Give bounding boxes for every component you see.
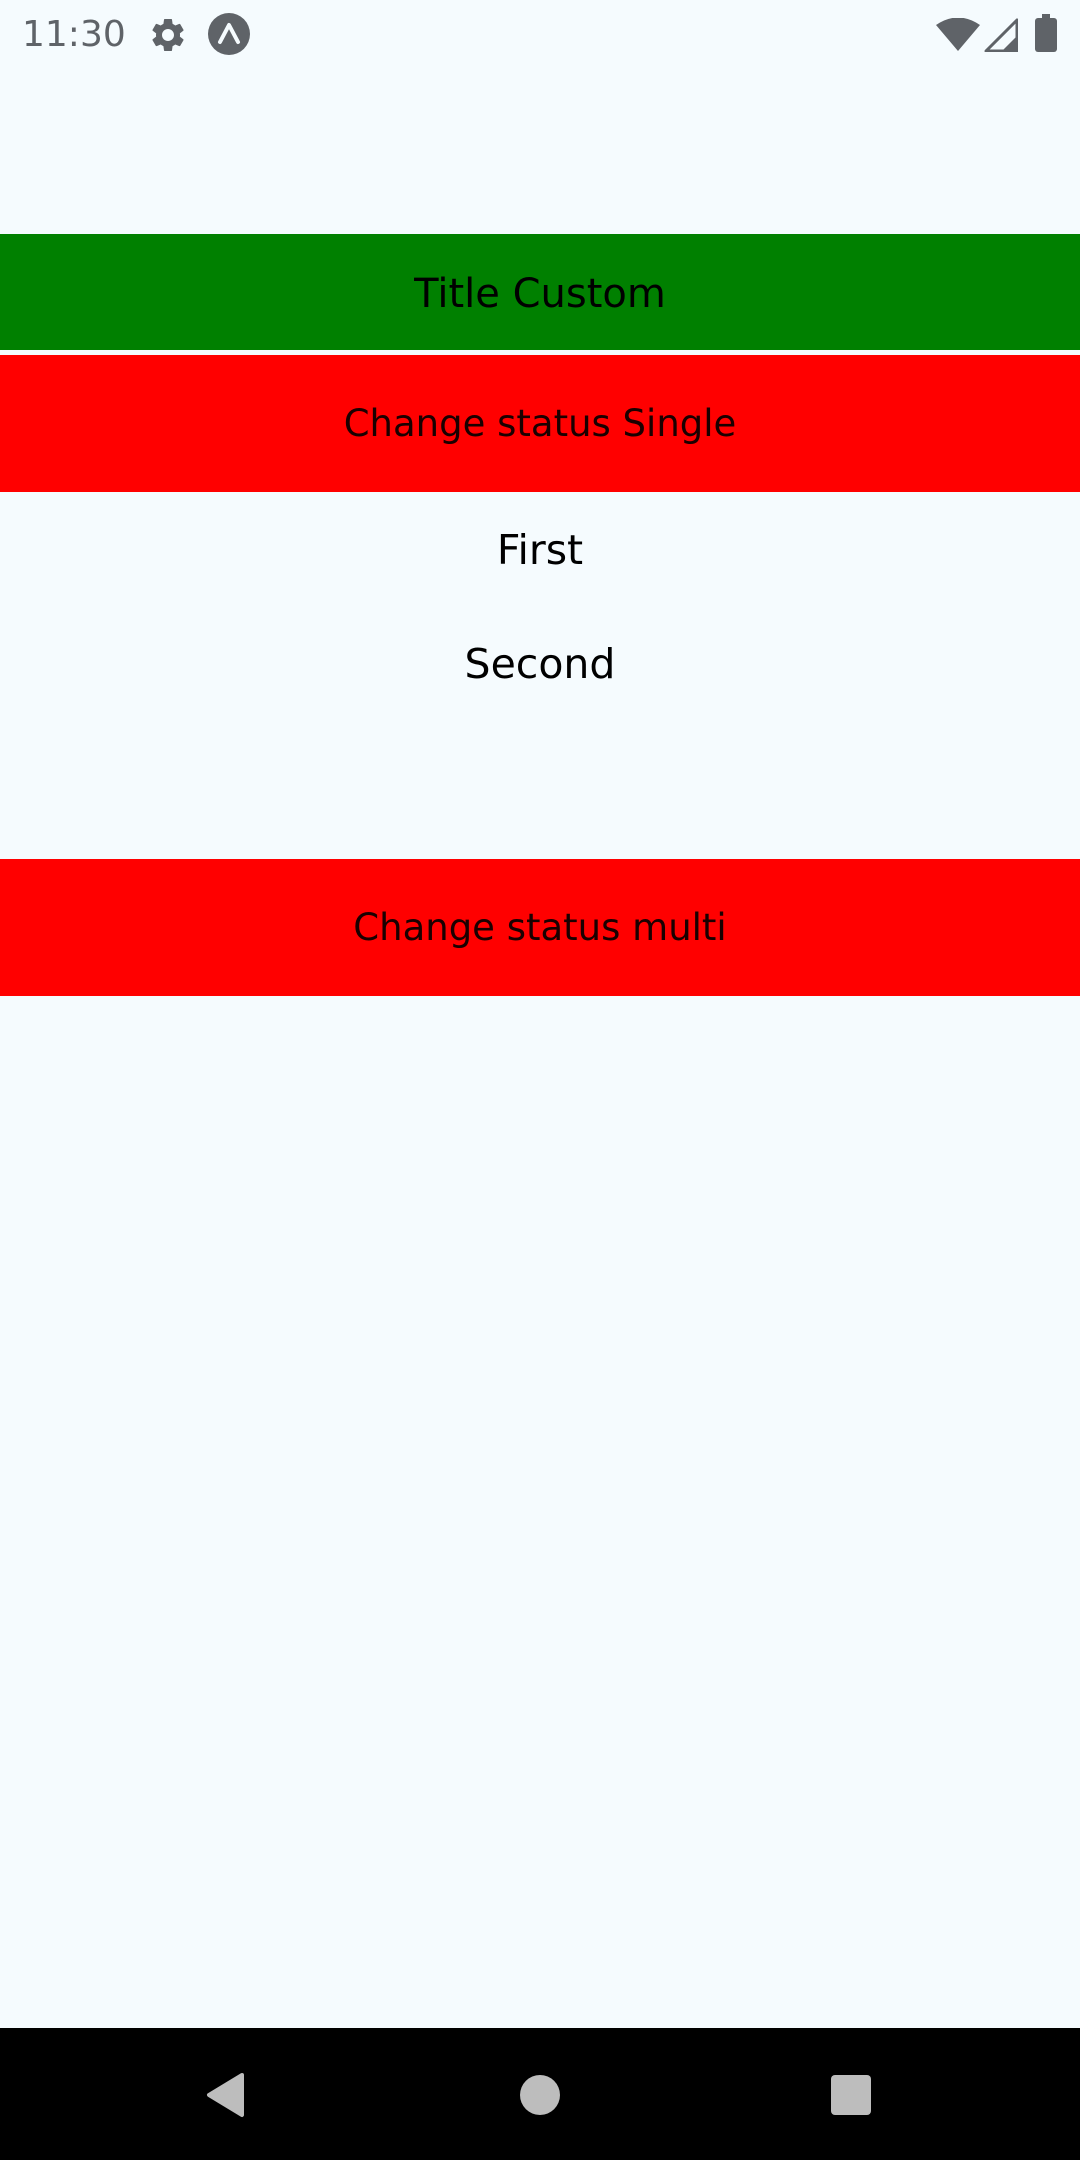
change-status-single-label: Change status Single	[343, 402, 737, 445]
app-screen: 11:30 Title Custom Change status Single …	[0, 0, 1080, 2160]
home-icon[interactable]	[519, 2074, 561, 2116]
back-icon[interactable]	[204, 2072, 246, 2118]
signal-icon	[984, 18, 1018, 52]
recents-icon[interactable]	[830, 2074, 872, 2116]
wifi-icon	[936, 18, 980, 51]
gear-icon	[152, 18, 184, 51]
navigation-bar	[0, 2028, 1080, 2160]
list-item-first: First	[496, 526, 584, 574]
title-divider	[0, 350, 1080, 353]
status-time: 11:30	[22, 14, 126, 55]
change-status-single-button[interactable]: Change status Single	[0, 355, 1080, 492]
battery-icon	[1035, 14, 1057, 52]
change-status-multi-button[interactable]: Change status multi	[0, 859, 1080, 996]
change-status-multi-label: Change status multi	[353, 906, 727, 949]
title-bar: Title Custom	[0, 234, 1080, 350]
list-item-second: Second	[464, 640, 616, 688]
page-title: Title Custom	[414, 271, 666, 317]
expo-icon	[208, 13, 250, 55]
status-bar: 11:30	[0, 0, 1080, 70]
